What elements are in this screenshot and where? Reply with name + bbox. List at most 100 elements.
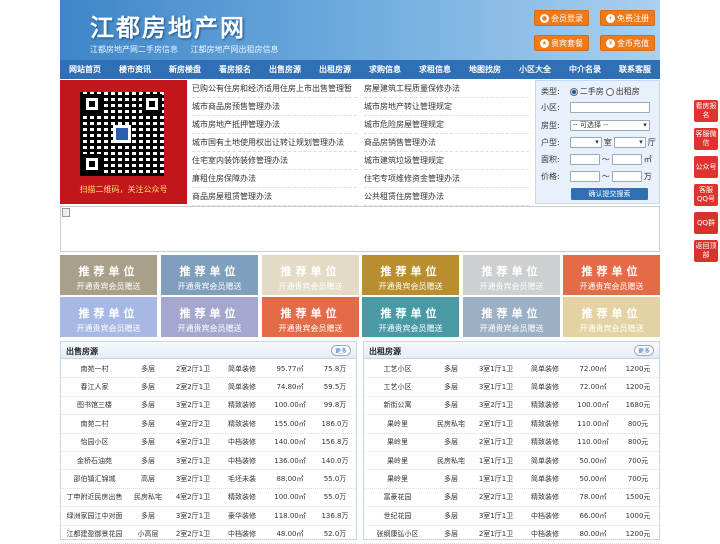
community-name[interactable]: 富豪花园 [364,492,431,502]
table-row[interactable]: 南苑一村 多层 2室2厅1卫 简单装修 95.77㎡ 75.8万 [61,360,356,379]
area-min-input[interactable] [569,154,600,165]
table-row[interactable]: 新街公寓 多层 3室2厅1卫 精致装修 100.00㎡ 1680元 [364,397,659,416]
table-row[interactable]: 南苑二村 多层 4室2厅2卫 精致装修 155.00㎡ 186.0万 [61,415,356,434]
recommended-ad-slot[interactable]: 推荐单位 开通贵宾会员赠送 [60,255,157,295]
area-max-input[interactable] [611,154,642,165]
login-button[interactable]: ● 会员登录 [534,10,589,26]
community-name[interactable]: 工艺小区 [364,364,431,374]
sidebar-qq-group[interactable]: QQ群 [694,212,718,234]
policy-link[interactable]: 城市国有土地使用权出让转让规划管理办法 [192,134,357,152]
table-row[interactable]: 绿洲家园江中对面 多层 3室2厅1卫 豪华装修 118.00㎡ 136.8万 [61,507,356,526]
recommended-ad-slot[interactable]: 推荐单位 开通贵宾会员赠送 [161,255,258,295]
sidebar-viewing-signup[interactable]: 看房报名 [694,100,718,122]
recommended-ad-slot[interactable]: 推荐单位 开通贵宾会员赠送 [563,255,660,295]
radio-rental[interactable] [605,87,614,96]
policy-link[interactable]: 城市危险房屋管理规定 [364,116,529,134]
room-select[interactable]: ▾ [569,137,602,148]
policy-link[interactable]: 城市商品房预售管理办法 [192,98,357,116]
policy-link[interactable]: 城市房地产转让管理规定 [364,98,529,116]
nav-home[interactable]: 网站首页 [60,60,110,79]
recommended-ad-slot[interactable]: 推荐单位 开通贵宾会员赠送 [262,255,359,295]
register-button[interactable]: + 免费注册 [600,10,655,26]
header-sublink-sale[interactable]: 江都房地产网二手房信息 [90,45,178,54]
table-row[interactable]: 果岭里 民房私宅 2室1厅1卫 精致装修 110.00㎡ 800元 [364,415,659,434]
policy-link[interactable]: 住宅室内装饰装修管理办法 [192,152,357,170]
table-row[interactable]: 果岭里 多层 1室1厅1卫 简单装修 50.00㎡ 700元 [364,470,659,489]
community-name[interactable]: 南苑二村 [61,419,128,429]
policy-link[interactable]: 城市房地产抵押管理办法 [192,116,357,134]
community-name[interactable]: 果岭里 [364,474,431,484]
community-name[interactable]: 工艺小区 [364,382,431,392]
more-button[interactable]: 更多 [330,345,351,356]
recommended-ad-slot[interactable]: 推荐单位 开通贵宾会员赠送 [463,297,560,337]
nav-for-sale[interactable]: 出售房源 [260,60,310,79]
recommended-ad-slot[interactable]: 推荐单位 开通贵宾会员赠送 [161,297,258,337]
table-row[interactable]: 果岭里 多层 2室1厅1卫 精致装修 110.00㎡ 800元 [364,434,659,452]
community-name[interactable]: 果岭里 [364,437,431,447]
nav-agencies[interactable]: 中介名录 [560,60,610,79]
table-row[interactable]: 富豪花园 多层 2室2厅1卫 精致装修 78.00㎡ 1500元 [364,489,659,508]
recommended-ad-slot[interactable]: 推荐单位 开通贵宾会员赠送 [262,297,359,337]
header-sublink-rent[interactable]: 江都房地产网出租房信息 [191,45,279,54]
nav-for-rent[interactable]: 出租房源 [310,60,360,79]
table-row[interactable]: 江都建盈御景花园 小高层 2室2厅1卫 中档装修 48.00㎡ 52.0万 [61,526,356,544]
community-name[interactable]: 绿洲家园江中对面 [61,511,128,521]
community-input[interactable] [569,102,650,113]
search-submit-button[interactable]: 确认提交搜索 [571,188,648,200]
nav-news[interactable]: 楼市资讯 [110,60,160,79]
radio-second-hand[interactable] [569,87,578,96]
table-row[interactable]: 图书馆三楼 多层 3室2厅1卫 精致装修 100.00㎡ 99.8万 [61,397,356,416]
policy-link[interactable]: 商品房销售管理办法 [364,134,529,152]
recommended-ad-slot[interactable]: 推荐单位 开通贵宾会员赠送 [362,255,459,295]
community-name[interactable]: 张纲康弘小区 [364,529,431,539]
community-name[interactable]: 金桥石油苑 [61,456,128,466]
community-name[interactable]: 南苑一村 [61,364,128,374]
coin-recharge-button[interactable]: ¥ 金币充值 [600,35,655,51]
recommended-ad-slot[interactable]: 推荐单位 开通贵宾会员赠送 [60,297,157,337]
community-name[interactable]: 邵伯镇汇锦城 [61,474,128,484]
nav-map-search[interactable]: 地图找房 [460,60,510,79]
policy-link[interactable]: 商品房屋租赁管理办法 [192,188,357,206]
community-name[interactable]: 果岭里 [364,456,431,466]
recommended-ad-slot[interactable]: 推荐单位 开通贵宾会员赠送 [463,255,560,295]
hall-select[interactable]: ▾ [613,137,646,148]
recommended-ad-slot[interactable]: 推荐单位 开通贵宾会员赠送 [362,297,459,337]
community-name[interactable]: 江都建盈御景花园 [61,529,128,539]
nav-want-rent[interactable]: 求租信息 [410,60,460,79]
sidebar-service-qq[interactable]: 客服QQ号 [694,184,718,206]
table-row[interactable]: 果岭里 民房私宅 1室1厅1卫 简单装修 50.00㎡ 700元 [364,452,659,471]
table-row[interactable]: 世纪花园 多层 3室1厅1卫 中档装修 66.00㎡ 1000元 [364,507,659,526]
community-name[interactable]: 图书馆三楼 [61,400,128,410]
community-name[interactable]: 春江人家 [61,382,128,392]
housetype-select[interactable]: -- 可选择 -- ▾ [569,120,650,131]
more-button[interactable]: 更多 [633,345,654,356]
community-name[interactable]: 丁申附近民房出售 [61,492,128,502]
nav-contact[interactable]: 联系客服 [610,60,660,79]
table-row[interactable]: 怡园小区 多层 4室2厅1卫 中档装修 140.00㎡ 156.8万 [61,434,356,452]
community-name[interactable]: 世纪花园 [364,511,431,521]
table-row[interactable]: 金桥石油苑 多层 3室2厅1卫 中档装修 136.00㎡ 140.0万 [61,452,356,471]
table-row[interactable]: 丁申附近民房出售 民房私宅 4室2厅1卫 精致装修 100.00㎡ 55.0万 [61,489,356,508]
banner-image[interactable] [60,206,660,252]
table-row[interactable]: 邵伯镇汇锦城 高层 3室2厅1卫 毛坯未装 88.00㎡ 55.0万 [61,470,356,489]
sidebar-official-account[interactable]: 公众号 [694,156,718,178]
sidebar-service-wechat[interactable]: 客服微信 [694,128,718,150]
table-row[interactable]: 春江人家 多层 2室2厅1卫 简单装修 74.80㎡ 59.5万 [61,378,356,397]
sidebar-back-to-top[interactable]: 返回顶部 [694,240,718,262]
price-min-input[interactable] [569,171,600,182]
nav-new-homes[interactable]: 新房楼盘 [160,60,210,79]
policy-link[interactable]: 城市建筑垃圾管理规定 [364,152,529,170]
community-name[interactable]: 怡园小区 [61,437,128,447]
vip-package-button[interactable]: ★ 贵宾套餐 [534,35,589,51]
community-name[interactable]: 新街公寓 [364,400,431,410]
policy-link[interactable]: 房屋建筑工程质量保修办法 [364,80,529,98]
policy-link[interactable]: 廉租住房保障办法 [192,170,357,188]
table-row[interactable]: 工艺小区 多层 3室1厅1卫 简单装修 72.00㎡ 1200元 [364,360,659,379]
policy-link[interactable]: 住宅专项维修资金管理办法 [364,170,529,188]
table-row[interactable]: 工艺小区 多层 3室1厅1卫 简单装修 72.00㎡ 1200元 [364,378,659,397]
nav-communities[interactable]: 小区大全 [510,60,560,79]
policy-link[interactable]: 公共租赁住房管理办法 [364,188,529,206]
recommended-ad-slot[interactable]: 推荐单位 开通贵宾会员赠送 [563,297,660,337]
site-logo[interactable]: 江都房地产网 [90,8,246,43]
price-max-input[interactable] [611,171,642,182]
